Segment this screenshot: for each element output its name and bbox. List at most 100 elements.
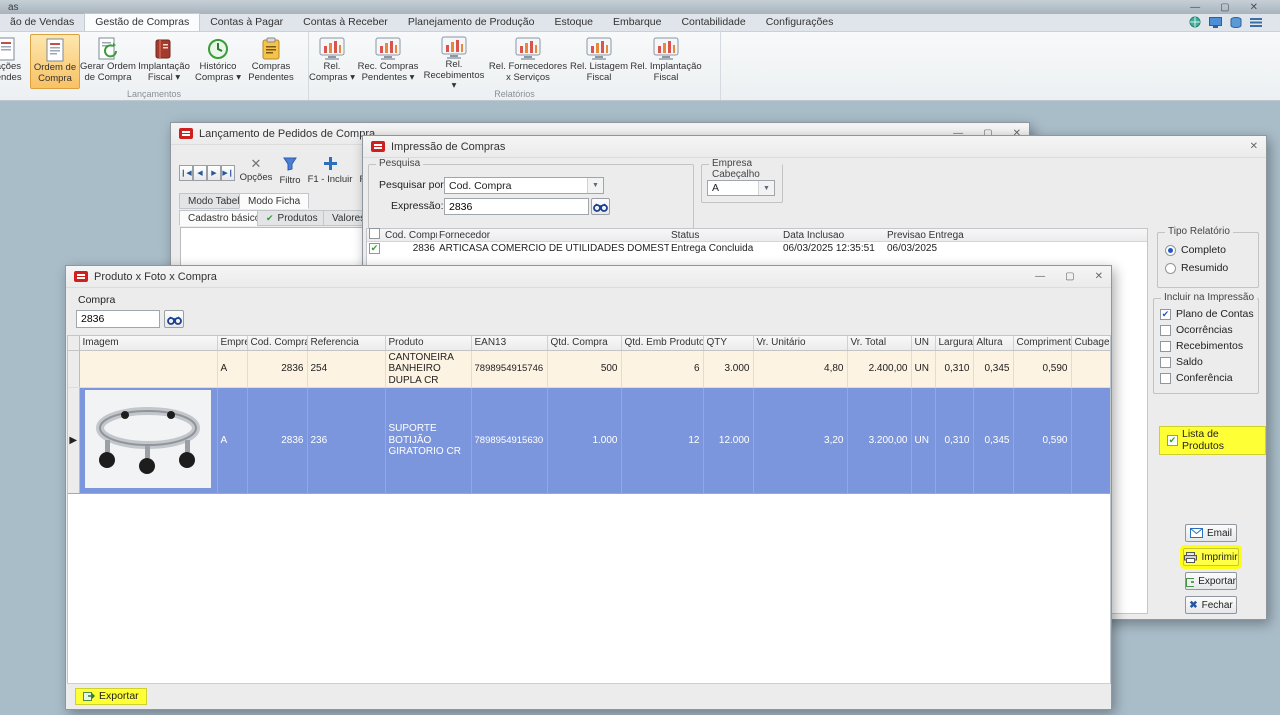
window-produto-titlebar[interactable]: Produto x Foto x Compra — ▢ ✕ xyxy=(66,266,1111,288)
ribbon-button-rel-fornecedores-servicos[interactable]: Rel. Fornecedores x Serviços xyxy=(487,34,569,89)
imprimir-button[interactable]: Imprimir xyxy=(1183,548,1239,566)
maximize-icon[interactable]: ▢ xyxy=(1065,271,1074,282)
lista-de-produtos-button[interactable]: ✔ Lista de Produtos xyxy=(1159,426,1266,455)
ribbon-button-ordem-de-compra[interactable]: Ordem de Compra xyxy=(30,34,80,89)
nav-prev-button[interactable]: ◀ xyxy=(193,165,207,181)
col-vr-total[interactable]: Vr. Total xyxy=(847,336,911,350)
database-icon[interactable] xyxy=(1230,17,1242,28)
compras-list-row[interactable]: ✔ 2836 ARTICASA COMERCIO DE UTILIDADES D… xyxy=(367,242,1147,255)
col-status[interactable]: Status xyxy=(669,230,781,241)
checkbox-saldo[interactable]: Saldo xyxy=(1160,356,1203,368)
pesquisar-por-select[interactable]: Cod. Compra ▼ xyxy=(444,177,604,194)
exportar-button[interactable]: Exportar xyxy=(75,688,147,705)
col-produto[interactable]: Produto xyxy=(385,336,471,350)
printer-icon xyxy=(1184,552,1197,563)
filtro-button[interactable]: Filtro xyxy=(275,157,305,186)
select-all-checkbox[interactable] xyxy=(369,228,380,239)
ribbon-button-rec-compras-pendentes[interactable]: Rec. Compras Pendentes ▾ xyxy=(355,34,421,89)
search-button[interactable] xyxy=(164,310,184,328)
checkbox-ocorrencias[interactable]: Ocorrências xyxy=(1160,324,1233,336)
nav-last-button[interactable]: ▶❙ xyxy=(221,165,235,181)
fechar-button[interactable]: ✖ Fechar xyxy=(1185,596,1237,614)
col-largura[interactable]: Largura xyxy=(935,336,973,350)
monitor-icon[interactable] xyxy=(1209,17,1222,28)
tab-embarque[interactable]: Embarque xyxy=(603,14,671,31)
col-qtd-compra[interactable]: Qtd. Compra xyxy=(547,336,621,350)
cell-imagem-photo xyxy=(79,388,217,494)
produto-footer-bar: Exportar xyxy=(67,683,1110,708)
tab-configuracoes[interactable]: Configurações xyxy=(756,14,844,31)
col-referencia[interactable]: Referencia xyxy=(307,336,385,350)
empresa-select[interactable]: A ▼ xyxy=(707,180,775,196)
nav-next-button[interactable]: ▶ xyxy=(207,165,221,181)
maximize-icon[interactable]: ▢ xyxy=(1220,2,1229,13)
opcoes-button[interactable]: ✕ Opções xyxy=(239,157,273,183)
col-fornecedor[interactable]: Fornecedor xyxy=(437,230,669,241)
col-ean13[interactable]: EAN13 xyxy=(471,336,547,350)
tab-contabilidade[interactable]: Contabilidade xyxy=(671,14,755,31)
checkbox-recebimentos[interactable]: Recebimentos xyxy=(1160,340,1243,352)
close-icon[interactable]: ✕ xyxy=(1250,2,1258,13)
ribbon-button-rel-recebimentos[interactable]: Rel. Recebimentos ▾ xyxy=(421,34,487,89)
produto-grid-area: Imagem Empresa Cod. Compra Referencia Pr… xyxy=(67,335,1111,684)
col-un[interactable]: UN xyxy=(911,336,935,350)
col-cubagem[interactable]: Cubage xyxy=(1071,336,1111,350)
nav-first-button[interactable]: ❙◀ xyxy=(179,165,193,181)
tab-contas-receber[interactable]: Contas à Receber xyxy=(293,14,398,31)
minimize-icon[interactable]: — xyxy=(1190,2,1200,13)
tab-cadastro-basico[interactable]: Cadastro básico xyxy=(179,210,269,226)
ribbon-button-rel-compras[interactable]: Rel. Compras ▾ xyxy=(309,34,355,89)
ribbon-button-implantacao-fiscal[interactable]: Implantação Fiscal ▾ xyxy=(136,34,192,89)
f1-incluir-button[interactable]: F1 - Incluir xyxy=(307,157,353,185)
ribbon-button-cotacoes-pendentes[interactable]: itações dendes xyxy=(0,34,30,89)
tab-contas-pagar[interactable]: Contas à Pagar xyxy=(200,14,293,31)
binoculars-icon xyxy=(167,314,182,325)
row-checkbox[interactable]: ✔ xyxy=(369,243,380,254)
checkbox-conferencia[interactable]: Conferência xyxy=(1160,372,1233,384)
col-imagem[interactable]: Imagem xyxy=(79,336,217,350)
tab-planejamento-producao[interactable]: Planejamento de Produção xyxy=(398,14,545,31)
window-produto-title: Produto x Foto x Compra xyxy=(94,271,217,283)
checkbox-plano-de-contas[interactable]: ✔ Plano de Contas xyxy=(1160,308,1254,320)
globe-icon[interactable] xyxy=(1189,16,1201,28)
close-icon[interactable]: ✕ xyxy=(1095,271,1103,282)
checkbox-icon xyxy=(1160,357,1171,368)
ribbon-button-gerar-ordem[interactable]: Gerar Ordem de Compra xyxy=(80,34,136,89)
tab-gestao-compras[interactable]: Gestão de Compras xyxy=(84,13,200,31)
app-title-text: as xyxy=(8,2,19,13)
minimize-icon[interactable]: — xyxy=(1035,271,1045,282)
tab-modo-ficha[interactable]: Modo Ficha xyxy=(239,193,309,209)
tab-estoque[interactable]: Estoque xyxy=(544,14,603,31)
col-qty[interactable]: QTY xyxy=(703,336,753,350)
produto-grid: Imagem Empresa Cod. Compra Referencia Pr… xyxy=(68,336,1111,494)
ribbon-button-compras-pendentes[interactable]: Compras Pendentes xyxy=(244,34,298,89)
email-button[interactable]: Email xyxy=(1185,524,1237,542)
compra-input[interactable] xyxy=(76,310,160,328)
exportar-button[interactable]: Exportar xyxy=(1185,572,1237,590)
tab-gestao-vendas[interactable]: ão de Vendas xyxy=(0,14,84,31)
ribbon-button-rel-implantacao-fiscal[interactable]: Rel. Implantação Fiscal xyxy=(629,34,703,89)
col-vr-unitario[interactable]: Vr. Unitário xyxy=(753,336,847,350)
window-impressao-titlebar[interactable]: Impressão de Compras ✕ xyxy=(363,136,1266,158)
tab-produtos[interactable]: ✔ Produtos xyxy=(257,210,327,226)
col-cod-compra[interactable]: Cod. Compra xyxy=(247,336,307,350)
search-button[interactable] xyxy=(591,198,610,215)
col-altura[interactable]: Altura xyxy=(973,336,1013,350)
col-comprimento[interactable]: Comprimento xyxy=(1013,336,1071,350)
table-row[interactable]: A 2836 254 CANTONEIRA BANHEIRO DUPLA CR … xyxy=(68,350,1111,388)
radio-completo[interactable]: Completo xyxy=(1165,244,1226,256)
list-icon[interactable] xyxy=(1250,17,1262,27)
export-icon xyxy=(1186,576,1194,587)
col-qtd-emb[interactable]: Qtd. Emb Produto xyxy=(621,336,703,350)
table-row-selected[interactable]: ▶ xyxy=(68,388,1111,494)
col-cod-compra[interactable]: Cod. Compra xyxy=(383,230,437,241)
close-icon[interactable]: ✕ xyxy=(1250,141,1258,152)
radio-resumido[interactable]: Resumido xyxy=(1165,262,1228,274)
desktop: as — ▢ ✕ ão de Vendas Gestão de Compras … xyxy=(0,0,1280,715)
ribbon-button-historico-compras[interactable]: Histórico Compras ▾ xyxy=(192,34,244,89)
col-empresa[interactable]: Empresa xyxy=(217,336,247,350)
ribbon-button-rel-listagem-fiscal[interactable]: Rel. Listagem Fiscal xyxy=(569,34,629,89)
expressao-input[interactable] xyxy=(444,198,589,215)
col-data-inclusao[interactable]: Data Inclusao xyxy=(781,230,885,241)
col-previsao-entrega[interactable]: Previsao Entrega xyxy=(885,230,980,241)
